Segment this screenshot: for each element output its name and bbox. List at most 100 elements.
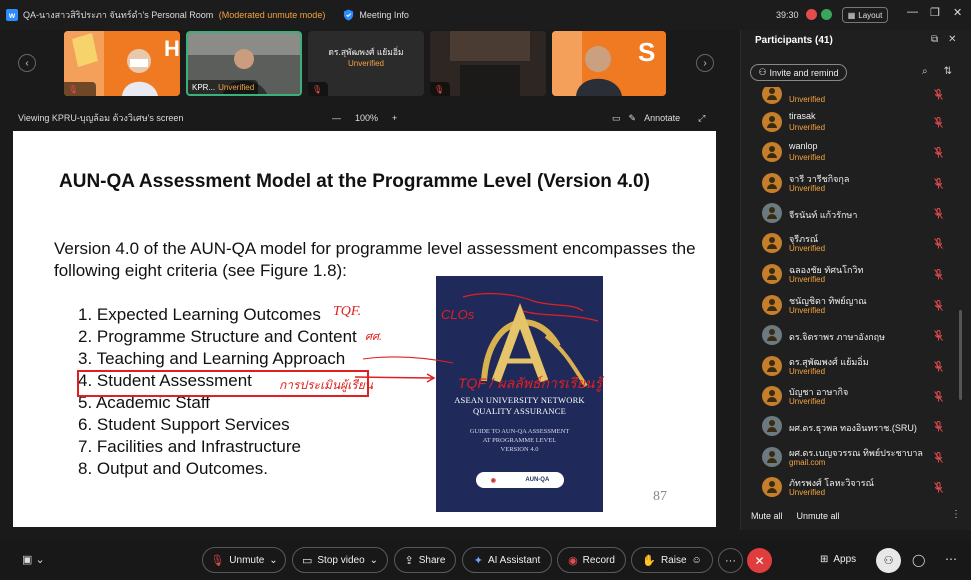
avatar [762,87,782,104]
participant-row[interactable]: จารี วารีชกิจกุล Unverified [741,168,963,198]
unverified-badge: Unverified [789,244,826,253]
participant-name: wanlop [789,141,818,151]
stop-video-button[interactable]: ▭ Stop video ⌄ [292,547,388,573]
svg-text:S: S [638,37,655,67]
participant-row[interactable]: บัญชา อาษากิจ Unverified [741,381,963,411]
zoom-controls: — 100% + [332,113,397,123]
restore-icon[interactable]: ❐ [930,6,940,19]
participant-name: จีรนันท์ แก้วรักษา [789,210,858,220]
video-tile-4[interactable]: 🎙 [430,31,546,96]
panel-close-icon[interactable]: ✕ [948,34,956,45]
moderated-status: (Moderated unmute mode) [218,10,326,20]
participants-toggle-button[interactable]: ⚇ [876,548,901,573]
participant-list-scrollbar[interactable] [959,310,962,400]
participant-row[interactable]: ฉลองชัย ทัศนโกวิท Unverified [741,259,963,289]
apps-button[interactable]: ⊞ Apps [820,554,856,565]
mic-muted-icon[interactable] [934,147,943,158]
participant-row[interactable]: ผศ.ดร.เบญจวรรณ ทิพย์ประชาบาล gmail.com [741,442,963,472]
mic-muted-icon[interactable] [934,452,943,463]
unmute-label: Unmute [229,554,265,566]
participant-row[interactable]: tirasak Unverified [741,107,963,137]
minimize-icon[interactable]: — [907,6,918,18]
shield-icon[interactable] [343,9,354,21]
participant-row[interactable]: ดร.จิตราพร ภาษาอังกฤษ [741,320,963,350]
mic-muted-icon[interactable] [934,421,943,432]
mic-muted-icon[interactable] [934,361,943,372]
ai-assistant-button[interactable]: ✦ AI Assistant [462,547,552,573]
participant-name: ผศ.ดร.ธุวพล ทองอินทราช.(SRU) [789,423,917,433]
mic-muted-icon[interactable] [934,482,943,493]
video-tile-2[interactable]: KPR... Unverified [186,31,302,96]
participant-row[interactable]: ผศ.ดร.ธุวพล ทองอินทราช.(SRU) [741,411,963,441]
zoom-out-button[interactable]: — [332,113,341,123]
raise-hand-icon: ✋ [642,554,656,567]
panel-more-icon[interactable]: ⋮ [951,509,961,520]
mic-muted-icon[interactable] [934,300,943,311]
video-tile-5[interactable]: S [552,31,666,96]
layout-button[interactable]: ▦ Layout [842,7,888,23]
mic-muted-icon[interactable] [934,330,943,341]
unverified-badge: Unverified [789,123,826,132]
popout-icon[interactable]: ⧉ [931,34,938,45]
invite-and-remind-button[interactable]: ⚇ Invite and remind [750,64,847,81]
unmute-all-button[interactable]: Unmute all [797,511,840,521]
expand-icon[interactable]: ⤢ [698,113,705,124]
reactions-icon[interactable]: ☺ [692,555,702,566]
avatar [762,264,782,284]
annotate-pen-icon[interactable]: ✎ [629,113,637,124]
record-button[interactable]: ◉ Record [557,547,626,573]
viewing-screen-label: Viewing KPRU-บุญล้อม ด้วงวิเศษ's screen [18,113,184,123]
slide-page-number: 87 [653,489,667,504]
mic-muted-icon[interactable] [934,89,943,100]
strip-prev-button[interactable]: ‹ [18,54,36,72]
mic-muted-icon[interactable] [934,178,943,189]
video-tile-1[interactable]: H 🎙 [64,31,180,96]
screen-icon[interactable]: ▭ [612,113,621,124]
mute-all-button[interactable]: Mute all [751,511,783,521]
strip-next-button[interactable]: › [696,54,714,72]
share-icon: ⇪ [404,554,414,567]
meeting-toolbar: ▣ ⌄ 🎙 Unmute ⌄ ▭ Stop video ⌄ ⇪ Share ✦ AI Ass… [0,540,971,580]
tile-participant-name: ดร.สุพัฒพงศ์ แย้มอิ่ม [328,47,404,57]
participant-row[interactable]: จุรีภรณ์ Unverified [741,228,963,258]
leave-meeting-button[interactable]: ✕ [747,548,772,573]
mic-muted-icon[interactable] [934,208,943,219]
participant-row[interactable]: ดร.สุพัฒพงศ์ แย้มอิ่ม Unverified [741,351,963,381]
annotation-tqf: TQF. [333,304,362,319]
avatar [762,416,782,436]
participant-row[interactable]: ภัทรพงศ์ โลหะวิจารณ์ Unverified [741,472,963,497]
zoom-in-button[interactable]: + [392,113,397,123]
more-panels-icon[interactable]: ⋯ [945,552,957,566]
sort-icon[interactable]: ⇅ [944,66,952,77]
avatar [762,233,782,253]
shared-slide: AUN-QA Assessment Model at the Programme… [13,131,716,527]
video-tile-3[interactable]: ดร.สุพัฒพงศ์ แย้มอิ่ม Unverified 🎙 [308,31,424,96]
participant-row[interactable]: จีรนันท์ แก้วรักษา [741,198,963,228]
unmute-button[interactable]: 🎙 Unmute ⌄ [202,547,286,573]
participant-row[interactable]: wanlop Unverified [741,137,963,167]
unverified-badge: Unverified [789,397,826,406]
chevron-down-icon: ⌄ [269,554,278,566]
chat-icon[interactable]: ◯ [912,553,925,567]
mic-muted-icon[interactable] [934,117,943,128]
close-icon[interactable]: ✕ [953,6,962,19]
panel-header-icons: ⧉ ✕ [931,34,957,45]
participant-row[interactable]: ชนัญชิดา ทิพย์ญาณ Unverified [741,290,963,320]
mic-muted-icon[interactable] [934,269,943,280]
share-button[interactable]: ⇪ Share [394,547,456,573]
mic-muted-icon[interactable] [934,391,943,402]
meeting-info-link[interactable]: Meeting Info [359,10,409,20]
tile-mic-muted-icon: 🎙 [308,82,328,96]
mic-muted-icon[interactable] [934,238,943,249]
avatar [762,386,782,406]
participant-video: S [552,31,666,96]
record-icon: ◉ [568,554,578,567]
annotate-button[interactable]: Annotate [644,113,680,123]
leave-icon: ✕ [754,553,765,568]
search-icon[interactable]: ⌕ [922,66,928,77]
more-options-button[interactable]: ··· [718,548,743,573]
participant-row[interactable]: Unverified [741,87,963,109]
captions-icon[interactable]: ▣ ⌄ [22,553,45,566]
avatar [762,142,782,162]
raise-hand-button[interactable]: ✋ Raise ☺ [631,547,713,573]
